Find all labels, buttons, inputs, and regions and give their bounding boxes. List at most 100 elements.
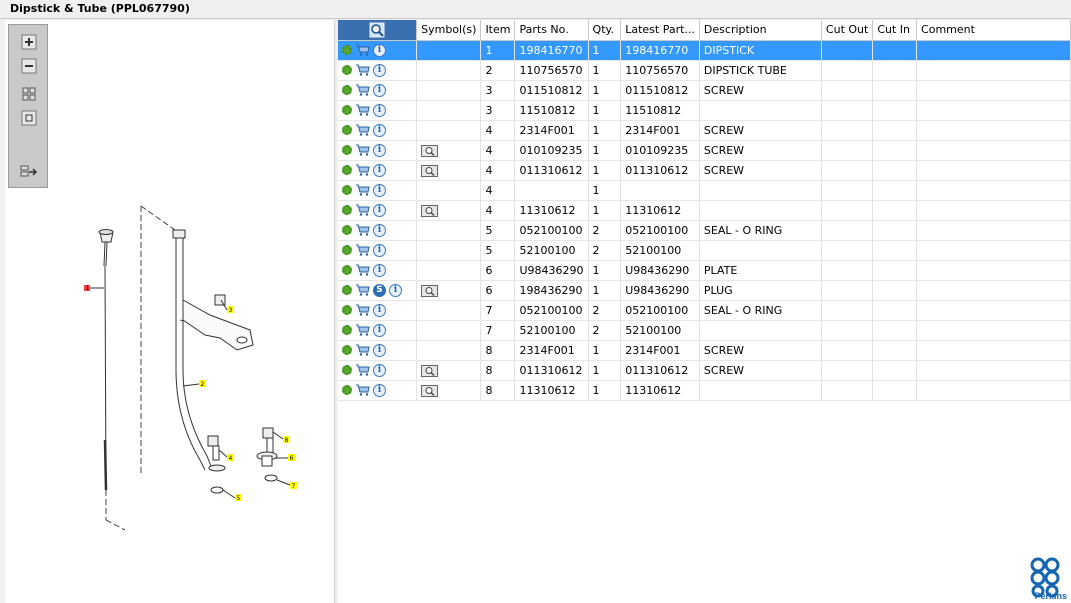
gear-icon[interactable] xyxy=(342,125,352,135)
add-to-cart-icon[interactable] xyxy=(355,304,370,316)
table-row[interactable]: i 7 052100100 2 052100100 SEAL - O RING xyxy=(338,300,1071,321)
gear-icon[interactable] xyxy=(342,145,352,155)
add-to-cart-icon[interactable] xyxy=(355,364,370,376)
column-header-comment[interactable]: Comment xyxy=(916,20,1071,41)
add-to-cart-icon[interactable] xyxy=(355,284,370,296)
zoom-in-icon[interactable] xyxy=(19,33,39,51)
cell-parts-no[interactable]: 198436290 xyxy=(514,280,589,301)
add-to-cart-icon[interactable] xyxy=(355,144,370,156)
cell-latest-part[interactable]: 2314F001 xyxy=(620,120,700,141)
fit-page-icon[interactable] xyxy=(19,109,39,127)
gear-icon[interactable] xyxy=(342,245,352,255)
view-document-icon[interactable] xyxy=(421,284,439,297)
info-icon[interactable]: i xyxy=(373,203,386,217)
gear-icon[interactable] xyxy=(342,165,352,175)
info-icon[interactable]: i xyxy=(373,303,386,317)
view-document-icon[interactable] xyxy=(421,144,439,157)
column-header-latest-part[interactable]: Latest Part... xyxy=(620,20,700,41)
cell-parts-no[interactable]: 2314F001 xyxy=(514,120,589,141)
table-row[interactable]: i 5 52100100 2 52100100 xyxy=(338,240,1071,261)
table-row[interactable]: i 7 52100100 2 52100100 xyxy=(338,320,1071,341)
gear-icon[interactable] xyxy=(342,365,352,375)
column-header-item[interactable]: Item xyxy=(480,20,516,41)
add-to-cart-icon[interactable] xyxy=(355,64,370,76)
info-icon[interactable]: i xyxy=(373,83,386,97)
add-to-cart-icon[interactable] xyxy=(355,204,370,216)
column-header-symbols[interactable]: Symbol(s) xyxy=(416,20,482,41)
gear-icon[interactable] xyxy=(342,325,352,335)
search-parts-icon[interactable] xyxy=(369,22,385,38)
view-document-icon[interactable] xyxy=(421,364,439,377)
info-icon[interactable]: i xyxy=(373,223,386,237)
supersession-icon[interactable]: S xyxy=(373,283,386,297)
table-row[interactable]: i 2 110756570 1 110756570 DIPSTICK TUBE xyxy=(338,60,1071,81)
add-to-cart-icon[interactable] xyxy=(355,124,370,136)
fit-grid-icon[interactable] xyxy=(19,85,39,103)
column-header-description[interactable]: Description xyxy=(699,20,822,41)
gear-icon[interactable] xyxy=(342,225,352,235)
info-icon[interactable]: i xyxy=(373,183,386,197)
add-to-cart-icon[interactable] xyxy=(355,384,370,396)
exploded-parts-drawing[interactable]: 1 2 3 4 5 6 7 8 xyxy=(5,20,335,603)
info-icon[interactable]: i xyxy=(373,143,386,157)
add-to-cart-icon[interactable] xyxy=(355,184,370,196)
add-to-cart-icon[interactable] xyxy=(355,164,370,176)
cell-parts-no[interactable]: 110756570 xyxy=(514,60,589,81)
view-document-icon[interactable] xyxy=(421,164,439,177)
table-row[interactable]: i 3 011510812 1 011510812 SCREW xyxy=(338,80,1071,101)
cell-parts-no[interactable]: U98436290 xyxy=(514,260,589,281)
cell-latest-part[interactable]: 010109235 xyxy=(620,140,700,161)
cell-parts-no[interactable]: 052100100 xyxy=(514,220,589,241)
gear-icon[interactable] xyxy=(342,45,352,55)
table-row[interactable]: i 4 010109235 1 010109235 SCREW xyxy=(338,140,1071,161)
cell-parts-no[interactable]: 052100100 xyxy=(514,300,589,321)
info-icon[interactable]: i xyxy=(373,243,386,257)
gear-icon[interactable] xyxy=(342,65,352,75)
column-header-actions[interactable] xyxy=(338,20,418,41)
cell-latest-part[interactable]: 052100100 xyxy=(620,300,700,321)
info-icon[interactable]: i xyxy=(373,263,386,277)
cell-parts-no[interactable] xyxy=(514,180,589,201)
gear-icon[interactable] xyxy=(342,345,352,355)
add-to-cart-icon[interactable] xyxy=(355,84,370,96)
gear-icon[interactable] xyxy=(342,385,352,395)
add-to-cart-icon[interactable] xyxy=(355,344,370,356)
cell-parts-no[interactable]: 010109235 xyxy=(514,140,589,161)
table-row[interactable]: i 4 1 xyxy=(338,180,1071,201)
info-icon[interactable]: i xyxy=(373,343,386,357)
cell-parts-no[interactable]: 11310612 xyxy=(514,200,589,221)
table-row[interactable]: i 6 U98436290 1 U98436290 PLATE xyxy=(338,260,1071,281)
export-icon[interactable] xyxy=(19,163,39,181)
column-header-qty[interactable]: Qty. xyxy=(588,20,622,41)
cell-parts-no[interactable]: 52100100 xyxy=(514,320,589,341)
table-row[interactable]: i 8 011310612 1 011310612 SCREW xyxy=(338,360,1071,381)
info-icon[interactable]: i xyxy=(373,163,386,177)
table-row[interactable]: i 1 198416770 1 198416770 DIPSTICK xyxy=(338,40,1071,61)
gear-icon[interactable] xyxy=(342,265,352,275)
cell-latest-part[interactable]: 52100100 xyxy=(620,320,700,341)
cell-parts-no[interactable]: 011310612 xyxy=(514,360,589,381)
gear-icon[interactable] xyxy=(342,185,352,195)
info-icon[interactable]: i xyxy=(373,103,386,117)
column-header-parts-no[interactable]: Parts No. xyxy=(514,20,589,41)
cell-latest-part[interactable]: 198416770 xyxy=(620,40,700,61)
cell-latest-part[interactable]: 110756570 xyxy=(620,60,700,81)
info-icon[interactable]: i xyxy=(373,323,386,337)
gear-icon[interactable] xyxy=(342,85,352,95)
view-document-icon[interactable] xyxy=(421,384,439,397)
info-icon[interactable]: i xyxy=(373,63,386,77)
cell-latest-part[interactable]: 052100100 xyxy=(620,220,700,241)
add-to-cart-icon[interactable] xyxy=(355,264,370,276)
table-row[interactable]: i 4 11310612 1 11310612 xyxy=(338,200,1071,221)
zoom-out-icon[interactable] xyxy=(19,57,39,75)
add-to-cart-icon[interactable] xyxy=(355,224,370,236)
cell-latest-part[interactable]: 11510812 xyxy=(620,100,700,121)
cell-latest-part[interactable]: U98436290 xyxy=(620,280,700,301)
cell-parts-no[interactable]: 11310612 xyxy=(514,380,589,401)
info-icon[interactable]: i xyxy=(373,43,386,57)
add-to-cart-icon[interactable] xyxy=(355,44,370,56)
cell-latest-part[interactable]: U98436290 xyxy=(620,260,700,281)
add-to-cart-icon[interactable] xyxy=(355,244,370,256)
table-row[interactable]: i 5 052100100 2 052100100 SEAL - O RING xyxy=(338,220,1071,241)
cell-latest-part[interactable]: 2314F001 xyxy=(620,340,700,361)
